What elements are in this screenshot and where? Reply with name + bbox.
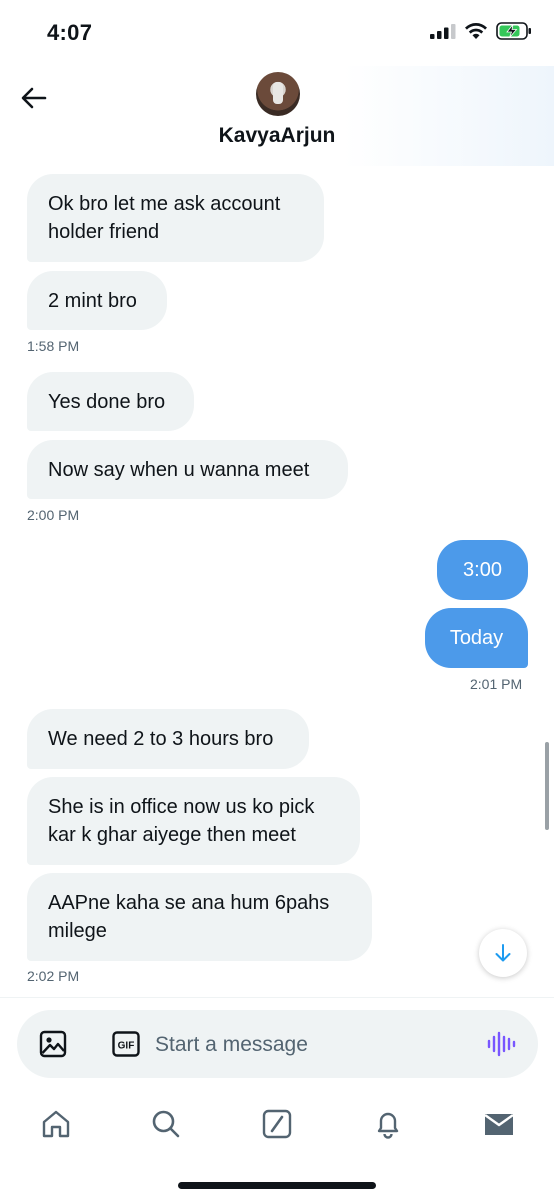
message-sent[interactable]: 3:00 — [437, 540, 528, 600]
status-time: 4:07 — [47, 20, 93, 45]
avatar[interactable] — [256, 72, 300, 116]
dm-conversation-screen: 4:07 KavyaArjun Ok bro let me ask accoun… — [0, 0, 554, 1200]
message-received[interactable]: She is in office now us ko pick kar k gh… — [27, 777, 360, 865]
avatar-figure — [273, 82, 283, 104]
status-icons — [430, 22, 532, 40]
home-icon — [42, 1110, 70, 1138]
home-indicator[interactable] — [178, 1182, 376, 1189]
message-text: Ok bro let me ask account — [48, 193, 281, 215]
message-timestamp: 2:02 PM — [27, 968, 80, 984]
message-text: 2 mint bro — [48, 290, 137, 312]
bell-icon — [377, 1112, 399, 1139]
tab-explore[interactable] — [148, 1106, 184, 1142]
message-text: Now say when u wanna meet — [48, 459, 310, 481]
message-text: AAPne kaha se ana hum 6pahs — [48, 892, 330, 914]
message-timestamp: 1:58 PM — [27, 338, 80, 354]
tab-home[interactable] — [38, 1106, 74, 1142]
voice-wave-icon — [487, 1031, 516, 1057]
composer-divider — [0, 997, 554, 998]
message-text: 3:00 — [463, 559, 502, 581]
message-input[interactable] — [153, 1024, 457, 1066]
message-received[interactable]: Yes done bro — [27, 372, 194, 431]
conversation-header: KavyaArjun — [0, 66, 554, 166]
message-sent[interactable]: Today — [425, 608, 528, 668]
message-text: holder friend — [48, 221, 160, 243]
message-received[interactable]: 2 mint bro — [27, 271, 167, 330]
arrow-down-icon — [495, 944, 511, 962]
battery-charging-icon — [496, 22, 531, 40]
gif-button[interactable]: GIF — [112, 1031, 140, 1057]
message-received[interactable]: Now say when u wanna meet — [27, 440, 348, 499]
status-bar: 4:07 — [0, 0, 554, 66]
message-text: milege — [48, 920, 107, 942]
message-received[interactable]: We need 2 to 3 hours bro — [27, 709, 309, 769]
message-text: We need 2 to 3 hours bro — [48, 728, 274, 750]
bottom-tab-bar — [0, 1090, 554, 1154]
message-received[interactable]: AAPne kaha se ana hum 6pahs milege — [27, 873, 372, 961]
scrollbar[interactable] — [545, 742, 549, 830]
search-icon — [152, 1110, 180, 1138]
message-text: kar k ghar aiyege then meet — [48, 824, 296, 846]
back-button[interactable] — [14, 78, 54, 118]
wifi-icon — [465, 23, 487, 39]
gif-label: GIF — [118, 1041, 135, 1052]
grok-icon — [262, 1109, 292, 1139]
voice-message-button[interactable] — [485, 1028, 517, 1060]
message-text: Yes done bro — [48, 391, 166, 413]
message-composer: GIF — [17, 1010, 538, 1078]
tab-messages[interactable] — [481, 1106, 517, 1142]
message-timestamp: 2:01 PM — [470, 676, 523, 692]
tab-grok[interactable] — [259, 1106, 295, 1142]
message-received[interactable]: Ok bro let me ask account holder friend — [27, 174, 324, 262]
gif-icon: GIF — [112, 1031, 140, 1057]
message-text: Today — [449, 627, 504, 649]
image-icon — [39, 1030, 67, 1058]
cellular-signal-icon — [430, 24, 456, 39]
contact-name[interactable]: KavyaArjun — [0, 124, 554, 148]
message-text: She is in office now us ko pick — [48, 796, 315, 818]
media-button[interactable] — [39, 1030, 67, 1058]
mail-icon — [484, 1114, 514, 1135]
arrow-left-icon — [21, 87, 47, 109]
tab-notifications[interactable] — [370, 1106, 406, 1142]
message-timestamp: 2:00 PM — [27, 507, 80, 523]
scroll-to-bottom-button[interactable] — [479, 929, 527, 977]
